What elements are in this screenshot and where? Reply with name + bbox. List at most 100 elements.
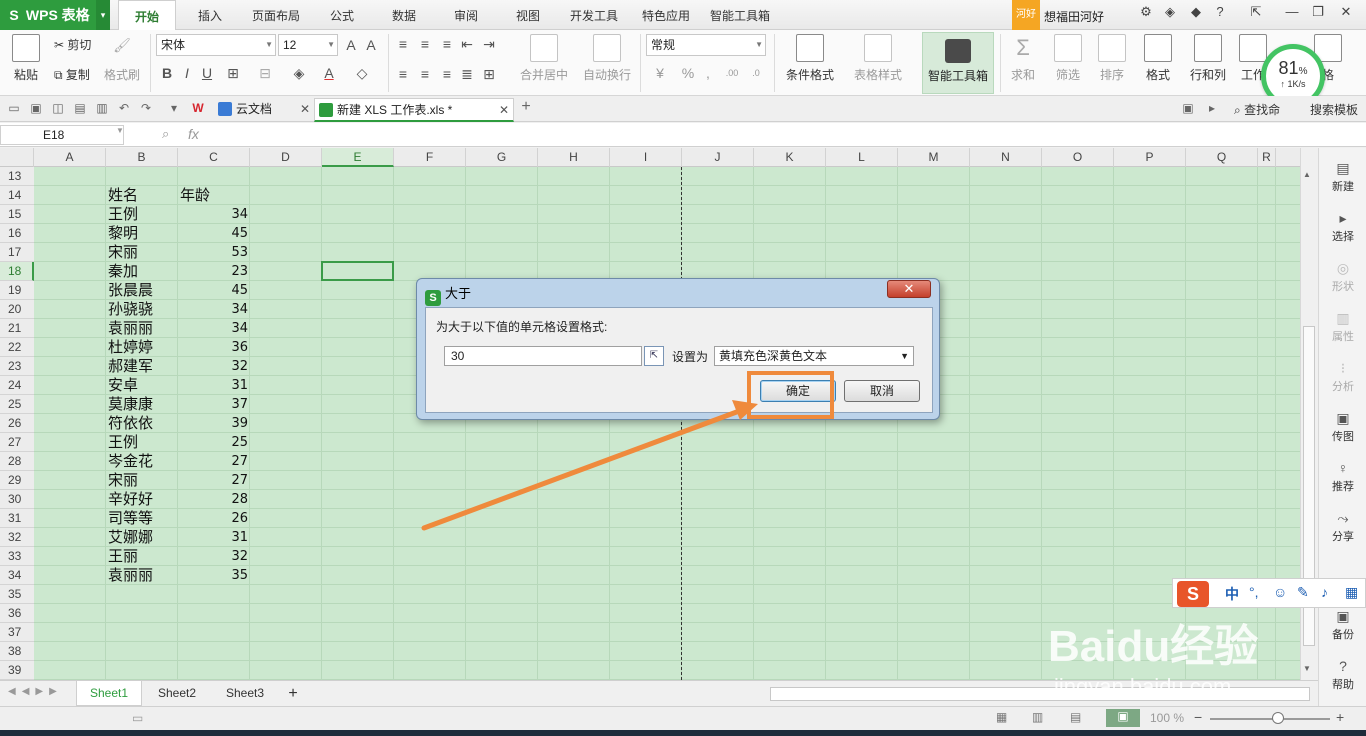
print-icon[interactable]: ▤ xyxy=(72,101,88,117)
decimal-decrease-icon[interactable]: .0 xyxy=(746,64,766,82)
cell-name[interactable]: 袁丽丽 xyxy=(108,566,176,585)
feedback-icon[interactable]: ◆ xyxy=(1184,4,1208,24)
table-style-button[interactable]: 表格样式 xyxy=(846,34,910,83)
row-header-38[interactable]: 38 xyxy=(0,642,34,661)
sheet-tab-1[interactable]: Sheet1 xyxy=(76,681,142,706)
border-icon[interactable]: ⊞ xyxy=(222,64,244,82)
increase-font-icon[interactable]: A xyxy=(342,36,360,54)
format-select[interactable]: 黄填充色深黄色文本 ▼ xyxy=(714,346,914,366)
tab-home[interactable]: 开始 xyxy=(118,0,176,31)
undo-icon[interactable]: ↶ xyxy=(116,101,132,117)
task-pane-item-recommend[interactable]: ♀ 推荐 xyxy=(1319,460,1366,494)
number-format-select[interactable]: 常规 ▼ xyxy=(646,34,766,56)
row-header-30[interactable]: 30 xyxy=(0,490,34,509)
column-header-m[interactable]: M xyxy=(898,148,970,167)
tab-smart-toolbox[interactable]: 智能工具箱 xyxy=(704,0,776,30)
conditional-format-button[interactable]: 条件格式 xyxy=(778,34,842,83)
row-header-33[interactable]: 33 xyxy=(0,547,34,566)
cell-name[interactable]: 袁丽丽 xyxy=(108,319,176,338)
cell-age[interactable]: 26 xyxy=(180,509,248,528)
cell-name[interactable]: 宋丽 xyxy=(108,243,176,262)
user-name[interactable]: 想福田河好 xyxy=(1044,8,1104,25)
cell-name[interactable]: 司等等 xyxy=(108,509,176,528)
cell-name[interactable]: 王例 xyxy=(108,205,176,224)
formula-input[interactable] xyxy=(214,125,1364,145)
cell-name[interactable]: 秦加 xyxy=(108,262,176,281)
close-icon[interactable]: ✕ xyxy=(300,98,310,120)
task-pane-item-backup[interactable]: ▣ 备份 xyxy=(1319,608,1366,642)
cell-age[interactable]: 32 xyxy=(180,547,248,566)
row-header-29[interactable]: 29 xyxy=(0,471,34,490)
row-header-20[interactable]: 20 xyxy=(0,300,34,319)
zoom-slider[interactable] xyxy=(1210,712,1330,724)
sum-button[interactable]: Σ 求和 xyxy=(1004,34,1042,83)
percent-icon[interactable]: % xyxy=(678,64,698,82)
column-header-g[interactable]: G xyxy=(466,148,538,167)
zoom-out-icon[interactable]: − xyxy=(1194,709,1202,725)
print-preview-icon[interactable]: ◫ xyxy=(50,101,66,117)
column-header-n[interactable]: N xyxy=(970,148,1042,167)
underline-icon[interactable]: U xyxy=(198,64,216,82)
column-header-b[interactable]: B xyxy=(106,148,178,167)
task-pane-item-shape[interactable]: ◎ 形状 xyxy=(1319,260,1366,294)
row-header-24[interactable]: 24 xyxy=(0,376,34,395)
filter-button[interactable]: 筛选 xyxy=(1048,34,1088,83)
row-header-37[interactable]: 37 xyxy=(0,623,34,642)
cell-name[interactable]: 张晨晨 xyxy=(108,281,176,300)
close-icon[interactable]: ✕ xyxy=(499,99,509,121)
comma-icon[interactable]: , xyxy=(700,64,716,82)
zoom-formula-icon[interactable]: ⌕ xyxy=(162,126,169,142)
row-header-27[interactable]: 27 xyxy=(0,433,34,452)
cell-age[interactable]: 23 xyxy=(180,262,248,281)
settings-icon[interactable]: ⚙ xyxy=(1134,4,1158,24)
reading-mode-icon[interactable]: ▣ xyxy=(1106,709,1140,727)
cell-name[interactable]: 郝建军 xyxy=(108,357,176,376)
font-size-select[interactable]: 12 ▼ xyxy=(278,34,338,56)
cell-age[interactable]: 31 xyxy=(180,528,248,547)
cell-age[interactable]: 39 xyxy=(180,414,248,433)
indent-decrease-icon[interactable]: ⇤ xyxy=(458,36,476,52)
cell-name[interactable]: 安卓 xyxy=(108,376,176,395)
align-bottom-icon[interactable]: ≡ xyxy=(438,36,456,52)
tab-page-layout[interactable]: 页面布局 xyxy=(244,0,308,30)
row-header-28[interactable]: 28 xyxy=(0,452,34,471)
scroll-up-icon[interactable]: ▲ xyxy=(1303,170,1311,179)
column-header-k[interactable]: K xyxy=(754,148,826,167)
decimal-increase-icon[interactable]: .00 xyxy=(722,64,742,82)
zoom-in-icon[interactable]: + xyxy=(1336,709,1344,725)
cell-age[interactable]: 37 xyxy=(180,395,248,414)
align-center-icon[interactable]: ≡ xyxy=(416,66,434,82)
cell-age[interactable]: 28 xyxy=(180,490,248,509)
new-tab-icon[interactable]: + xyxy=(518,98,534,115)
zoom-level[interactable]: 100 % xyxy=(1150,711,1184,725)
search-template-button[interactable]: 搜索模板 xyxy=(1310,101,1358,118)
row-header-17[interactable]: 17 xyxy=(0,243,34,262)
save-icon[interactable]: ▣ xyxy=(28,101,44,117)
column-header-f[interactable]: F xyxy=(394,148,466,167)
chevron-down-icon[interactable]: ▾ xyxy=(96,0,110,30)
cell-age[interactable]: 25 xyxy=(180,433,248,452)
cell-age[interactable]: 27 xyxy=(180,471,248,490)
sheet-tab-2[interactable]: Sheet2 xyxy=(144,681,210,706)
task-pane-item-select[interactable]: ▸ 选择 xyxy=(1319,210,1366,244)
grid-menu-icon[interactable]: ▦ xyxy=(1345,584,1358,601)
row-header-14[interactable]: 14 xyxy=(0,186,34,205)
range-picker-icon[interactable]: ⇱ xyxy=(644,346,664,366)
dialog-close-button[interactable]: ✕ xyxy=(887,280,931,298)
tab-formula[interactable]: 公式 xyxy=(318,0,366,30)
align-middle-icon[interactable]: ≡ xyxy=(416,36,434,52)
task-pane-item-property[interactable]: ▥ 属性 xyxy=(1319,310,1366,344)
align-left-icon[interactable]: ≡ xyxy=(394,66,412,82)
cell-name[interactable]: 王例 xyxy=(108,433,176,452)
app-menu-button[interactable]: S WPS 表格 ▾ xyxy=(0,0,110,30)
column-header-r[interactable]: R xyxy=(1258,148,1276,167)
row-header-39[interactable]: 39 xyxy=(0,661,34,680)
sheet-nav-icon[interactable]: ◀◀▶▶ xyxy=(8,686,63,697)
tab-view[interactable]: 视图 xyxy=(504,0,552,30)
cell-age[interactable]: 34 xyxy=(180,300,248,319)
column-header-o[interactable]: O xyxy=(1042,148,1114,167)
tab-data[interactable]: 数据 xyxy=(380,0,428,30)
sort-button[interactable]: 排序 xyxy=(1092,34,1132,83)
format-button[interactable]: 格式 xyxy=(1138,34,1178,83)
cell-age[interactable]: 31 xyxy=(180,376,248,395)
